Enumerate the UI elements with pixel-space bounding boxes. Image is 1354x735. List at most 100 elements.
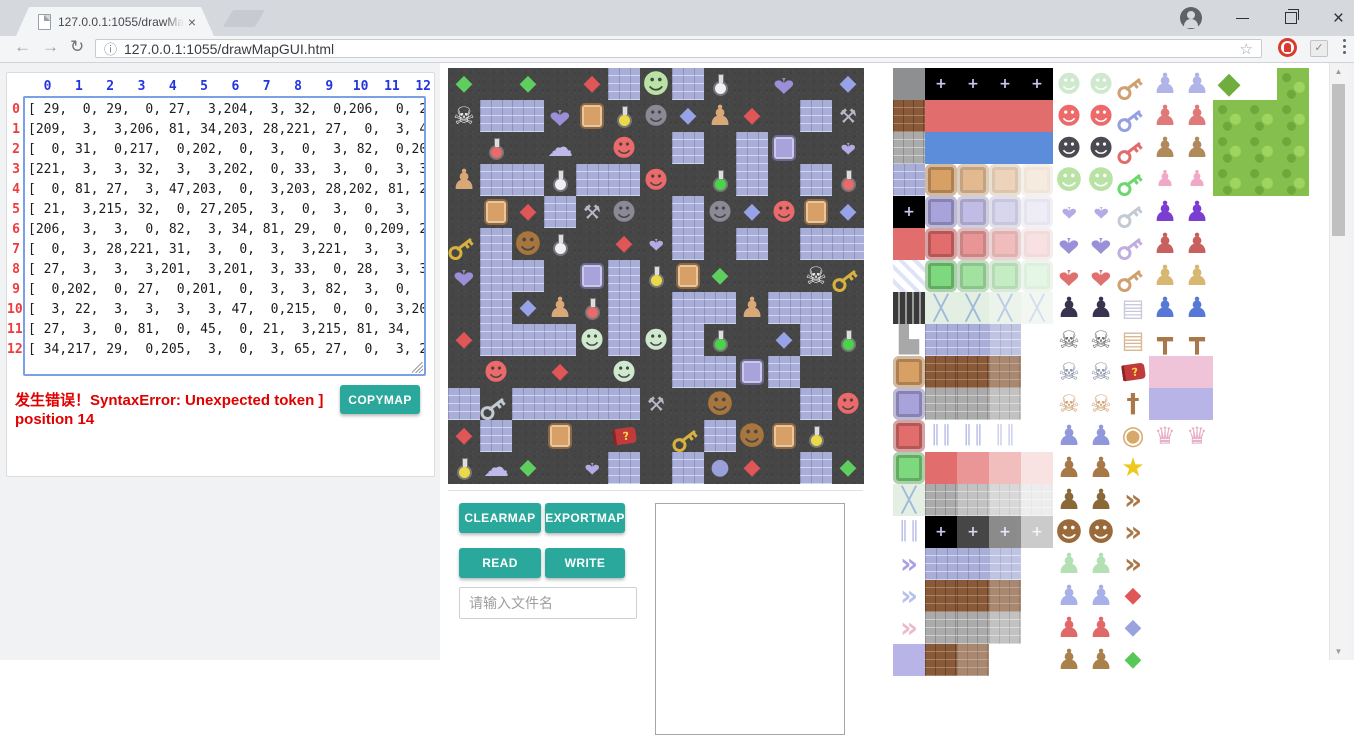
map-tile-brick-wall[interactable] [512, 260, 544, 292]
tileset-tile-empty[interactable] [1149, 484, 1181, 516]
tileset-tile-pale-slime[interactable]: ☻ [1053, 68, 1085, 100]
tileset-tile-empty[interactable] [1149, 452, 1181, 484]
tileset-tile-empty[interactable] [1149, 612, 1181, 644]
map-tile-floor[interactable] [704, 228, 736, 260]
map-tile-floor[interactable] [448, 196, 480, 228]
tileset-tile-empty[interactable] [1245, 260, 1277, 292]
map-tile-red-gem[interactable]: ◆ [576, 68, 608, 100]
tileset-tile-tan-key[interactable] [1117, 68, 1149, 100]
tileset-tile-tan-skeleton[interactable]: ☠ [1053, 388, 1085, 420]
tileset-tile-green-slime[interactable]: ☻ [1053, 164, 1085, 196]
tileset-tile-starfield[interactable]: + [925, 68, 957, 100]
map-tile-white-potion[interactable] [704, 68, 736, 100]
map-tile-floor[interactable] [672, 164, 704, 196]
tileset-tile-priest[interactable]: ♟ [1149, 260, 1181, 292]
map-tile-floor[interactable] [640, 356, 672, 388]
tileset-tile-gray-stone[interactable] [957, 388, 989, 420]
map-tile-brick-wall[interactable] [608, 388, 640, 420]
tileset-tile-green-gem[interactable]: ◆ [1117, 644, 1149, 676]
map-tile-red-gem[interactable]: ◆ [544, 356, 576, 388]
tileset-tile-gray-stone[interactable] [925, 612, 957, 644]
tileset-tile-purple-brick[interactable] [989, 324, 1021, 356]
browser-menu-icon[interactable] [1343, 39, 1347, 57]
tileset-tile-blue-hood[interactable]: ♟ [1053, 580, 1085, 612]
tileset-tile-green-ghost[interactable]: ♟ [1085, 548, 1117, 580]
tileset-tile-green-door[interactable] [957, 260, 989, 292]
tileset-tile-skeleton[interactable]: ☠ [1053, 324, 1085, 356]
map-tile-bat[interactable]: ♠ [768, 68, 800, 100]
map-tile-red-slime[interactable]: ☻ [768, 196, 800, 228]
tileset-tile-empty[interactable] [1021, 644, 1053, 676]
tileset-tile-purple-gem[interactable]: ◆ [1117, 612, 1149, 644]
tileset-tile-green-door[interactable] [925, 260, 957, 292]
browser-tab[interactable]: 127.0.0.1:1055/drawMa × [16, 7, 214, 36]
tileset-tile-gray-stone[interactable] [1021, 484, 1053, 516]
tileset-tile-gray-stone[interactable] [925, 484, 957, 516]
map-tile-brick-wall[interactable] [704, 356, 736, 388]
map-tile-stone-face[interactable]: ☻ [704, 388, 736, 420]
tileset-tile-fairy[interactable]: ♟ [1149, 164, 1181, 196]
map-tile-brick-wall[interactable] [800, 388, 832, 420]
map-tile-red-slime[interactable]: ☻ [608, 132, 640, 164]
map-tile-brick-wall[interactable] [672, 68, 704, 100]
tileset-tile-lattice[interactable]: ╳ [989, 292, 1021, 324]
map-tile-golem[interactable]: ♟ [736, 292, 768, 324]
map-tile-purple-door[interactable] [576, 260, 608, 292]
map-tile-green-potion[interactable] [704, 324, 736, 356]
map-tile-purple-door[interactable] [768, 132, 800, 164]
map-tile-green-gem[interactable]: ◆ [832, 452, 864, 484]
map-tile-brick-wall[interactable] [608, 292, 640, 324]
map-tile-brick-wall[interactable] [800, 164, 832, 196]
tileset-tile-tree[interactable] [1277, 132, 1309, 164]
tileset-tile-brown-brick[interactable] [989, 580, 1021, 612]
map-tile-red-gem[interactable]: ◆ [736, 452, 768, 484]
tileset-tile-empty[interactable] [1245, 196, 1277, 228]
tileset-tile-pale-slime[interactable]: ☻ [1085, 68, 1117, 100]
tileset-tile-vampire[interactable]: ♟ [1085, 292, 1117, 324]
map-tile-golem[interactable]: ♟ [704, 100, 736, 132]
tileset-tile-purple-wall[interactable] [893, 644, 925, 676]
tileset-tile-empty[interactable] [1245, 324, 1277, 356]
map-tile-blue-gem[interactable]: ◆ [768, 324, 800, 356]
tileset-tile-empty[interactable] [1213, 484, 1245, 516]
tileset-tile-water[interactable] [925, 132, 957, 164]
map-tile-brick-wall[interactable] [480, 228, 512, 260]
tileset-tile-empty[interactable] [1021, 324, 1053, 356]
tileset-tile-empty[interactable] [1021, 420, 1053, 452]
tileset-tile-starfield[interactable]: + [989, 516, 1021, 548]
tileset-tile-black-slime[interactable]: ☻ [1085, 132, 1117, 164]
tileset-tile-tan-skeleton[interactable]: ☠ [1085, 388, 1117, 420]
map-tile-brick-wall[interactable] [448, 388, 480, 420]
tileset-tile-empty[interactable] [1149, 580, 1181, 612]
tileset-tile-lattice[interactable]: ╳ [1021, 292, 1053, 324]
map-tile-blue-gem[interactable]: ◆ [672, 100, 704, 132]
map-tile-pickaxe[interactable]: ⚒ [832, 100, 864, 132]
tileset-tile-red-slime[interactable]: ☻ [1085, 100, 1117, 132]
tileset-tile-empty[interactable] [1245, 612, 1277, 644]
tileset-tile-empty[interactable] [1277, 292, 1309, 324]
tileset-tile-brown-brick[interactable] [925, 356, 957, 388]
map-tile-floor[interactable] [832, 292, 864, 324]
map-tile-brick-wall[interactable] [480, 164, 512, 196]
back-icon[interactable]: ← [14, 37, 31, 57]
tileset-tile-tree[interactable] [1277, 68, 1309, 100]
tileset-tile-empty[interactable] [1245, 516, 1277, 548]
tileset-tile-brown-villager[interactable]: ♟ [1085, 644, 1117, 676]
map-tile-brick-wall[interactable] [512, 324, 544, 356]
tab-close-icon[interactable]: × [188, 15, 196, 29]
tileset-tile-empty[interactable] [1213, 580, 1245, 612]
tileset-tile-pink-wing[interactable]: » [893, 612, 925, 644]
tileset-tile-empty[interactable] [1277, 580, 1309, 612]
map-tile-yellow-potion[interactable] [608, 100, 640, 132]
tileset-tile-mummy[interactable]: ♟ [1053, 452, 1085, 484]
map-tile-blue-gem[interactable]: ◆ [512, 292, 544, 324]
tileset-tile-lavender-key[interactable] [1117, 228, 1149, 260]
tileset-tile-purple-wall[interactable] [1149, 388, 1181, 420]
map-tile-red-potion[interactable] [480, 132, 512, 164]
tileset-tile-purple-door[interactable] [925, 196, 957, 228]
tileset-tile-red-door[interactable] [893, 420, 925, 452]
tileset-tile-water[interactable] [957, 132, 989, 164]
tileset-tile-purple-door[interactable] [893, 388, 925, 420]
tileset-tile-brown-brick[interactable] [893, 100, 925, 132]
tileset-tile-old-man[interactable]: ♟ [1149, 68, 1181, 100]
